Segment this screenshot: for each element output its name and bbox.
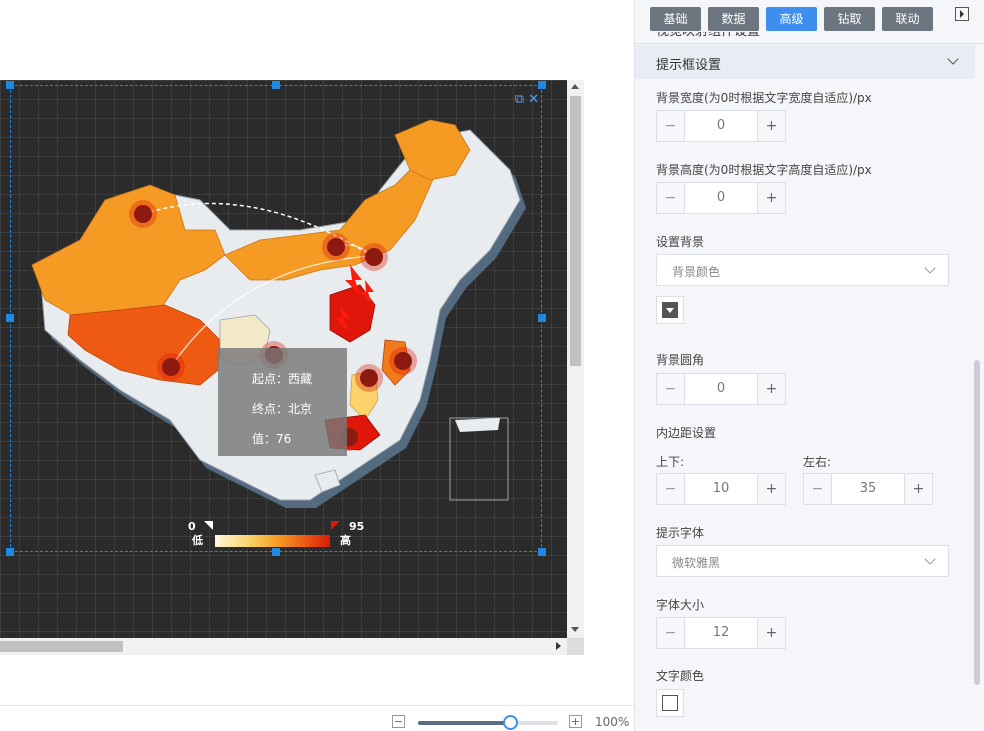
resize-handle-tr[interactable] xyxy=(538,81,546,89)
legend-max-handle[interactable] xyxy=(331,521,340,530)
settings-panel: 视觉映射组件设置 基础 数据 高级 钻取 联动 提示框设置 背景宽度(为0时根据… xyxy=(634,0,984,731)
bg-radius-input[interactable]: 0 xyxy=(685,374,757,404)
bg-setting-value: 背景颜色 xyxy=(672,265,721,279)
padding-horizontal-stepper: − 35 + xyxy=(803,473,933,505)
chevron-down-icon xyxy=(924,553,936,565)
font-value: 微软雅黑 xyxy=(672,556,721,570)
caret-down-icon xyxy=(666,308,674,313)
padding-horizontal-label: 左右: xyxy=(803,455,832,469)
section-title-tooltip: 提示框设置 xyxy=(656,58,722,73)
bg-radius-plus[interactable]: + xyxy=(757,374,785,404)
bg-height-input[interactable]: 0 xyxy=(685,183,757,213)
bg-width-input[interactable]: 0 xyxy=(685,111,757,141)
vertical-scrollbar[interactable] xyxy=(567,80,584,638)
padding-horizontal-plus[interactable]: + xyxy=(904,474,932,504)
tooltip-start: 起点：西藏 xyxy=(252,372,313,386)
resize-handle-r[interactable] xyxy=(538,314,546,322)
bg-radius-label: 背景圆角 xyxy=(656,353,705,367)
bg-setting-label: 设置背景 xyxy=(656,235,705,249)
resize-handle-t[interactable] xyxy=(272,81,280,89)
bg-radius-stepper: − 0 + xyxy=(656,373,786,405)
tooltip-value: 值：76 xyxy=(252,432,292,446)
padding-horizontal-minus[interactable]: − xyxy=(804,474,832,504)
scroll-up-arrow[interactable] xyxy=(571,84,579,89)
panel-scrollbar-thumb[interactable] xyxy=(974,360,980,685)
resize-handle-l[interactable] xyxy=(6,314,14,322)
padding-vertical-label: 上下: xyxy=(656,455,685,469)
zoom-out-button[interactable]: − xyxy=(392,715,405,728)
map-tooltip: 起点：西藏 终点：北京 值：76 xyxy=(218,348,347,456)
close-icon[interactable]: ✕ xyxy=(528,92,539,107)
padding-vertical-input[interactable]: 10 xyxy=(685,474,757,504)
resize-handle-tl[interactable] xyxy=(6,81,14,89)
scroll-down-arrow[interactable] xyxy=(571,627,579,632)
tab-advanced[interactable]: 高级 xyxy=(766,7,817,31)
padding-vertical-stepper: − 10 + xyxy=(656,473,786,505)
tab-drilldown[interactable]: 钻取 xyxy=(824,7,875,31)
section-header-tooltip[interactable]: 提示框设置 xyxy=(635,45,975,79)
settings-tabs: 基础 数据 高级 钻取 联动 xyxy=(635,0,984,32)
zoom-slider-fill xyxy=(418,721,511,725)
collapse-panel-icon[interactable] xyxy=(955,7,969,21)
bg-height-minus[interactable]: − xyxy=(657,183,685,213)
font-size-plus[interactable]: + xyxy=(757,618,785,648)
bg-width-minus[interactable]: − xyxy=(657,111,685,141)
tooltip-end: 终点：北京 xyxy=(252,402,313,416)
legend-gradient-bar xyxy=(215,535,330,547)
text-color-picker[interactable] xyxy=(656,689,684,717)
bg-width-stepper: − 0 + xyxy=(656,110,786,142)
popout-icon[interactable]: ⧉ xyxy=(515,92,524,107)
chevron-down-icon xyxy=(924,262,936,274)
font-size-input[interactable]: 12 xyxy=(685,618,757,648)
visual-map-legend: 0 低 95 高 xyxy=(188,520,368,550)
font-size-label: 字体大小 xyxy=(656,598,705,612)
horizontal-scroll-thumb[interactable] xyxy=(0,641,123,652)
map-widget[interactable]: ⧉ ✕ 起点：西藏 终点：北京 值：76 0 低 95 高 xyxy=(0,80,567,638)
legend-min-handle[interactable] xyxy=(204,521,213,530)
font-size-stepper: − 12 + xyxy=(656,617,786,649)
font-size-minus[interactable]: − xyxy=(657,618,685,648)
legend-low-label: 低 xyxy=(192,534,203,547)
scrollbar-corner xyxy=(567,638,584,655)
zoom-slider[interactable] xyxy=(418,715,558,730)
bg-radius-minus[interactable]: − xyxy=(657,374,685,404)
padding-vertical-minus[interactable]: − xyxy=(657,474,685,504)
font-label: 提示字体 xyxy=(656,526,705,540)
bg-width-label: 背景宽度(为0时根据文字宽度自适应)/px xyxy=(656,91,872,105)
bg-setting-select[interactable]: 背景颜色 xyxy=(656,254,949,286)
widget-selection-box[interactable] xyxy=(10,85,542,552)
zoom-in-button[interactable]: + xyxy=(569,715,582,728)
bg-height-stepper: − 0 + xyxy=(656,182,786,214)
widget-toolbar: ⧉ ✕ xyxy=(515,92,539,107)
scroll-right-arrow[interactable] xyxy=(556,642,561,650)
zoom-bar: − + 100% xyxy=(0,705,634,731)
bg-width-plus[interactable]: + xyxy=(757,111,785,141)
design-canvas[interactable]: ⧉ ✕ 起点：西藏 终点：北京 值：76 0 低 95 高 xyxy=(0,80,584,655)
text-color-swatch xyxy=(662,695,678,711)
padding-horizontal-input[interactable]: 35 xyxy=(832,474,904,504)
font-select[interactable]: 微软雅黑 xyxy=(656,545,949,577)
resize-handle-br[interactable] xyxy=(538,548,546,556)
tab-data[interactable]: 数据 xyxy=(708,7,759,31)
vertical-scroll-thumb[interactable] xyxy=(570,96,581,366)
bg-height-label: 背景高度(为0时根据文字高度自适应)/px xyxy=(656,163,872,177)
zoom-level: 100% xyxy=(595,715,630,729)
padding-label: 内边距设置 xyxy=(656,426,717,440)
tab-linkage[interactable]: 联动 xyxy=(882,7,933,31)
resize-handle-bl[interactable] xyxy=(6,548,14,556)
text-color-label: 文字颜色 xyxy=(656,669,705,683)
tab-basic[interactable]: 基础 xyxy=(650,7,701,31)
legend-max: 95 xyxy=(349,520,365,533)
zoom-slider-knob[interactable] xyxy=(503,715,519,730)
bg-height-plus[interactable]: + xyxy=(757,183,785,213)
bg-color-picker[interactable] xyxy=(656,296,684,324)
horizontal-scrollbar[interactable] xyxy=(0,638,567,655)
padding-vertical-plus[interactable]: + xyxy=(757,474,785,504)
legend-high-label: 高 xyxy=(340,534,351,547)
chevron-down-icon xyxy=(947,53,959,65)
